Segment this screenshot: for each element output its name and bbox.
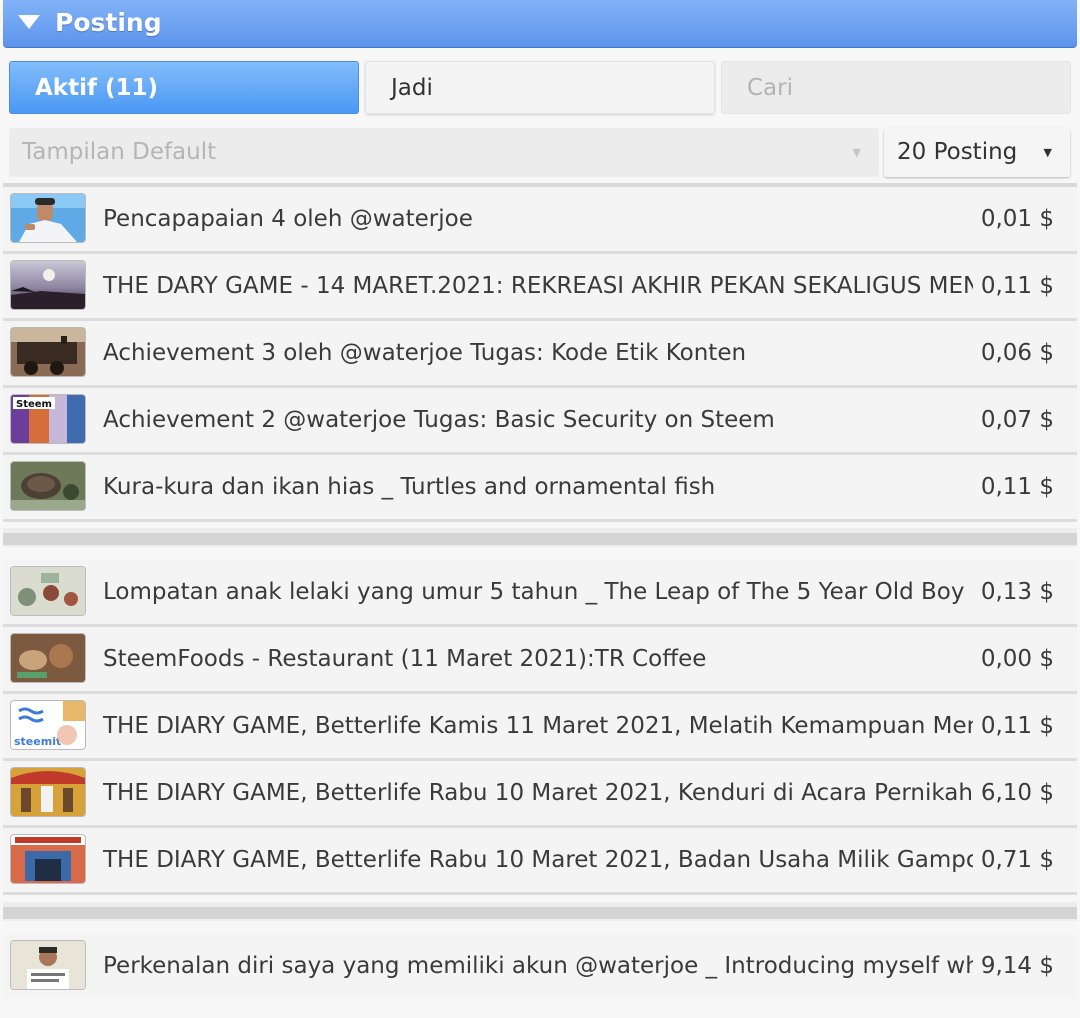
post-title[interactable]: Lompatan anak lelaki yang umur 5 tahun _… xyxy=(103,560,973,624)
post-payout: 0,71 $ xyxy=(980,847,1054,873)
post-thumbnail xyxy=(11,941,85,989)
post-row[interactable]: THE DIARY GAME, Betterlife Rabu 10 Maret… xyxy=(3,761,1077,828)
post-payout: 0,01 $ xyxy=(980,206,1054,232)
post-payout: 0,06 $ xyxy=(980,340,1054,366)
view-select-value: Tampilan Default xyxy=(22,139,217,165)
tab-cari[interactable]: Cari xyxy=(721,61,1071,114)
thumb-logo: steemit xyxy=(14,735,61,748)
post-thumbnail xyxy=(11,328,85,376)
post-title[interactable]: THE DIARY GAME, Betterlife Rabu 10 Maret… xyxy=(103,828,973,892)
post-row[interactable]: Pencapapaian 4 oleh @waterjoe 0,01 $ xyxy=(3,187,1077,254)
post-thumbnail: Steem xyxy=(11,395,85,443)
post-payout: 0,11 $ xyxy=(980,474,1054,500)
view-select[interactable]: Tampilan Default ▼ xyxy=(9,128,879,177)
post-count-select[interactable]: 20 Posting ▼ xyxy=(884,128,1070,177)
post-thumbnail xyxy=(11,634,85,682)
tab-jadi[interactable]: Jadi xyxy=(365,61,715,114)
post-row[interactable]: steemit THE DIARY GAME, Betterlife Kamis… xyxy=(3,694,1077,761)
post-row[interactable]: Kura-kura dan ikan hias _ Turtles and or… xyxy=(3,455,1077,522)
triangle-down-icon xyxy=(18,15,40,29)
dropdown-arrow-icon: ▼ xyxy=(852,146,861,159)
post-title[interactable]: THE DIARY GAME, Betterlife Rabu 10 Maret… xyxy=(103,761,973,825)
post-payout: 0,07 $ xyxy=(980,407,1054,433)
group-separator xyxy=(3,902,1077,921)
thumb-badge: Steem xyxy=(16,399,52,410)
post-thumbnail xyxy=(11,462,85,510)
post-thumbnail xyxy=(11,768,85,816)
posting-section-header[interactable]: Posting xyxy=(3,0,1077,48)
post-row[interactable]: SteemFoods - Restaurant (11 Maret 2021):… xyxy=(3,627,1077,694)
post-thumbnail xyxy=(11,194,85,242)
post-title[interactable]: THE DARY GAME - 14 MARET.2021: REKREASI … xyxy=(103,254,973,318)
post-row[interactable]: THE DIARY GAME, Betterlife Rabu 10 Maret… xyxy=(3,828,1077,895)
post-thumbnail xyxy=(11,567,85,615)
post-row[interactable]: Achievement 3 oleh @waterjoe Tugas: Kode… xyxy=(3,321,1077,388)
post-payout: 0,11 $ xyxy=(980,273,1054,299)
post-count-value: 20 Posting xyxy=(897,139,1018,165)
group-separator xyxy=(3,528,1077,547)
post-payout: 0,00 $ xyxy=(980,646,1054,672)
post-payout: 9,14 $ xyxy=(980,953,1054,979)
post-row[interactable]: Steem Achievement 2 @waterjoe Tugas: Bas… xyxy=(3,388,1077,455)
post-payout: 0,13 $ xyxy=(980,579,1054,605)
post-payout: 6,10 $ xyxy=(980,780,1054,806)
post-title[interactable]: Kura-kura dan ikan hias _ Turtles and or… xyxy=(103,455,973,519)
post-title[interactable]: Pencapapaian 4 oleh @waterjoe xyxy=(103,187,973,251)
post-thumbnail xyxy=(11,835,85,883)
post-title[interactable]: THE DIARY GAME, Betterlife Kamis 11 Mare… xyxy=(103,694,973,758)
post-title[interactable]: Achievement 2 @waterjoe Tugas: Basic Sec… xyxy=(103,388,973,452)
post-row[interactable]: Perkenalan diri saya yang memiliki akun … xyxy=(3,934,1077,998)
post-thumbnail xyxy=(11,261,85,309)
post-row[interactable]: THE DARY GAME - 14 MARET.2021: REKREASI … xyxy=(3,254,1077,321)
post-payout: 0,11 $ xyxy=(980,713,1054,739)
post-title[interactable]: Perkenalan diri saya yang memiliki akun … xyxy=(103,934,973,998)
section-title: Posting xyxy=(55,8,162,37)
tab-aktif[interactable]: Aktif (11) xyxy=(9,61,359,114)
post-title[interactable]: Achievement 3 oleh @waterjoe Tugas: Kode… xyxy=(103,321,973,385)
post-thumbnail: steemit xyxy=(11,701,85,749)
dropdown-arrow-icon: ▼ xyxy=(1043,146,1052,159)
post-row[interactable]: Lompatan anak lelaki yang umur 5 tahun _… xyxy=(3,560,1077,627)
post-title[interactable]: SteemFoods - Restaurant (11 Maret 2021):… xyxy=(103,627,973,691)
